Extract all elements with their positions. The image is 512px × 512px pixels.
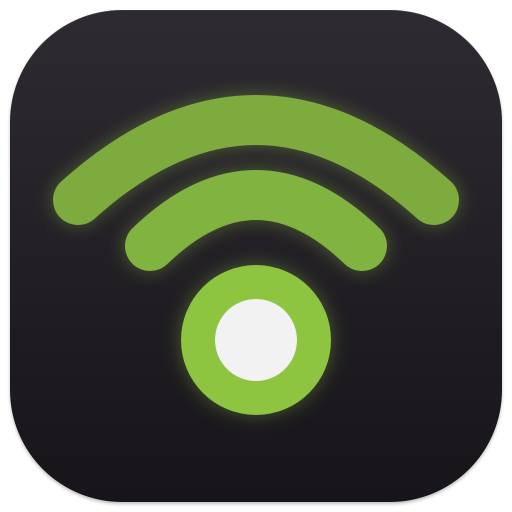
podcast-wifi-signal-icon (53, 95, 459, 415)
center-dot-icon (215, 299, 297, 381)
icon-canvas (0, 0, 512, 512)
signal-arc-inner-icon (125, 170, 387, 271)
